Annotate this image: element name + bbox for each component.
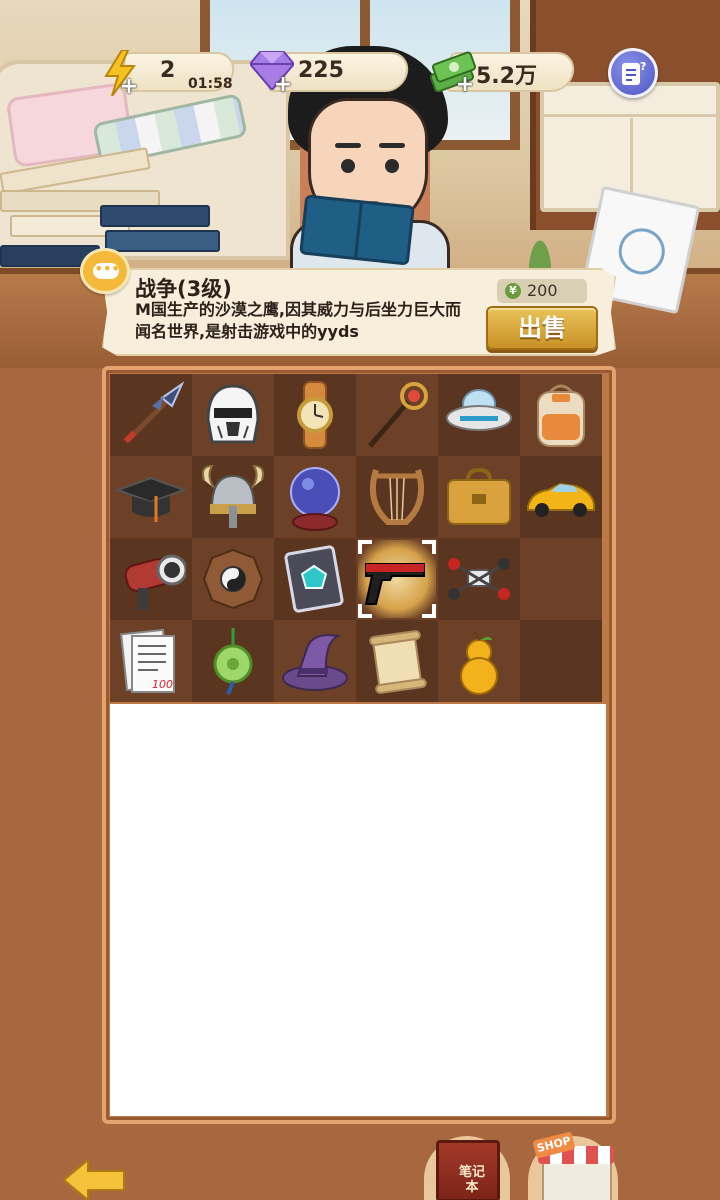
stormtrooper-helmet-icon xyxy=(206,384,260,444)
inventory-slot-empty[interactable] xyxy=(520,620,602,702)
bagua-compass-icon xyxy=(202,548,264,610)
inventory-slot-selected[interactable] xyxy=(356,538,438,620)
inventory-slot[interactable] xyxy=(192,456,274,538)
inventory-slot[interactable] xyxy=(110,538,192,620)
magic-staff-icon xyxy=(368,382,428,448)
spear-icon xyxy=(123,381,185,444)
inventory-slot[interactable] xyxy=(356,374,438,456)
price-value: 200 xyxy=(527,281,558,300)
notebook-button[interactable]: 笔记本 xyxy=(424,1136,510,1200)
briefcase-icon xyxy=(447,467,511,525)
inventory-slot[interactable] xyxy=(438,538,520,620)
inventory-slot[interactable]: 100 xyxy=(110,620,192,702)
back-arrow-icon[interactable] xyxy=(62,1158,126,1200)
drone-icon xyxy=(448,558,510,600)
gourd-icon xyxy=(460,631,498,695)
sports-car-icon xyxy=(527,482,595,517)
inventory-slot[interactable] xyxy=(274,538,356,620)
energy-timer: 01:58 xyxy=(188,76,233,92)
lyre-icon xyxy=(370,469,424,525)
svg-text:?: ? xyxy=(640,60,646,73)
inventory-slot[interactable] xyxy=(438,456,520,538)
inventory-slot[interactable] xyxy=(438,620,520,702)
scroll-icon xyxy=(369,630,427,694)
chat-bubble-icon[interactable] xyxy=(80,248,130,294)
sell-button[interactable]: 出售 xyxy=(486,306,598,350)
ufo-icon xyxy=(446,389,512,431)
inventory-slot[interactable] xyxy=(192,374,274,456)
notebook-icon: 笔记本 xyxy=(436,1140,500,1200)
gems-add-icon[interactable]: + xyxy=(272,74,294,96)
inventory-slot[interactable] xyxy=(110,456,192,538)
plant xyxy=(520,215,560,275)
backpack-icon xyxy=(537,384,585,447)
spellbook-icon xyxy=(284,545,344,613)
coin-icon: ¥ xyxy=(505,283,521,299)
telescope-icon xyxy=(124,554,186,610)
energy-add-icon[interactable]: + xyxy=(118,76,140,98)
inventory-slot[interactable] xyxy=(520,456,602,538)
gems-value: 225 xyxy=(298,58,344,83)
inventory-slot[interactable] xyxy=(274,456,356,538)
inventory-slot[interactable] xyxy=(274,620,356,702)
inventory-slot[interactable] xyxy=(192,620,274,702)
inventory-slot[interactable] xyxy=(438,374,520,456)
cash-value: 5.2万 xyxy=(476,64,537,89)
status-bar: + 2 01:58 + 225 + 5.2万 ? xyxy=(0,44,720,108)
graduation-cap-icon xyxy=(116,476,186,522)
energy-value: 2 xyxy=(160,58,176,83)
wristwatch-icon xyxy=(297,381,333,449)
item-description: M国生产的沙漠之鹰,因其威力与后坐力巨大而闻名世界,是射击游戏中的yyds xyxy=(135,300,462,341)
inventory-grid: 100 xyxy=(110,374,606,704)
book-in-hand xyxy=(299,194,415,266)
inventory-slot[interactable] xyxy=(192,538,274,620)
notebook-label: 笔记本 xyxy=(458,1165,485,1195)
inventory-slot[interactable] xyxy=(274,374,356,456)
inventory-slot[interactable] xyxy=(520,374,602,456)
inventory-slot-empty[interactable] xyxy=(520,538,602,620)
inventory-empty-area xyxy=(110,704,606,1116)
inventory-slot[interactable] xyxy=(110,374,192,456)
test-paper-icon: 100 xyxy=(120,628,175,693)
help-button[interactable]: ? xyxy=(608,48,658,98)
viking-helmet-icon xyxy=(202,464,264,528)
witch-hat-icon xyxy=(282,634,348,691)
inventory-slot[interactable] xyxy=(356,456,438,538)
paper-score: 100 xyxy=(152,678,173,691)
cash-add-icon[interactable]: + xyxy=(454,74,476,96)
inventory-slot[interactable] xyxy=(356,620,438,702)
shop-button[interactable]: SHOP xyxy=(528,1131,618,1200)
help-document-icon: ? xyxy=(622,60,646,85)
jade-pendant-icon xyxy=(213,628,253,695)
crystal-ball-icon xyxy=(290,467,340,531)
price-tag: ¥ 200 xyxy=(497,279,587,303)
